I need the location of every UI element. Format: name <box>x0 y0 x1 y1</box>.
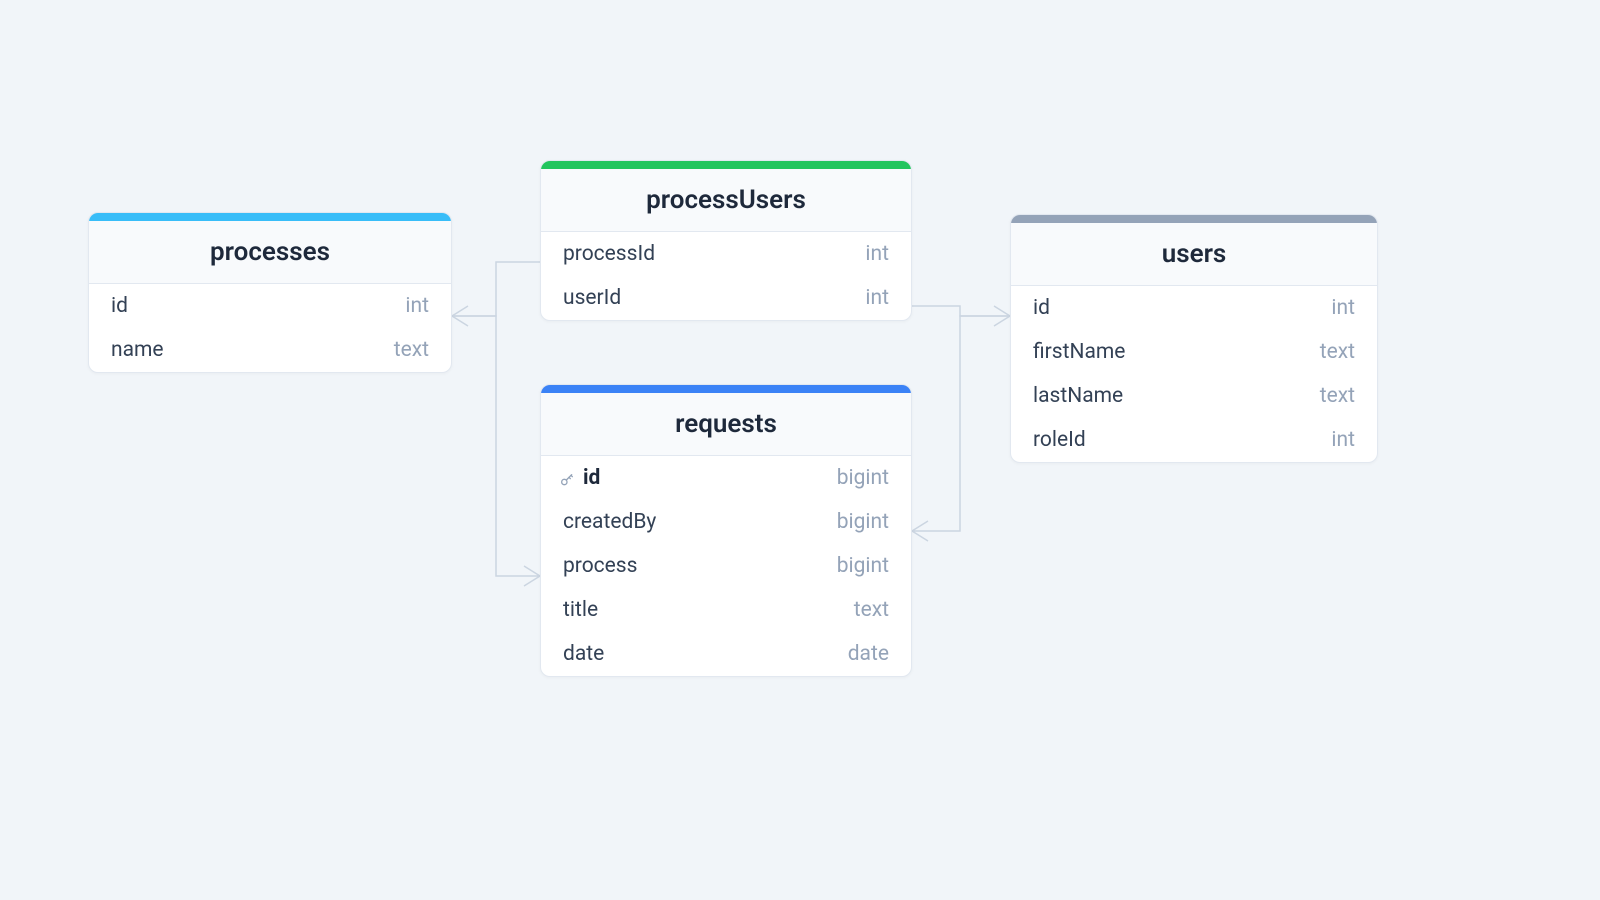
table-row[interactable]: id bigint <box>541 456 911 500</box>
table-columns: id int name text <box>89 284 451 372</box>
column-type: int <box>865 242 889 266</box>
table-row[interactable]: process bigint <box>541 544 911 588</box>
column-type: text <box>394 338 429 362</box>
column-name: userId <box>563 286 621 310</box>
column-name: title <box>563 598 598 622</box>
table-title: users <box>1011 223 1377 286</box>
table-row[interactable]: roleId int <box>1011 418 1377 462</box>
column-name: id <box>1033 296 1050 320</box>
column-name: process <box>563 554 637 578</box>
er-diagram-canvas: processes id int name text processUsers … <box>0 0 1600 900</box>
table-row[interactable]: createdBy bigint <box>541 500 911 544</box>
table-title: requests <box>541 393 911 456</box>
column-name-text: id <box>583 466 600 490</box>
table-row[interactable]: processId int <box>541 232 911 276</box>
table-row[interactable]: id int <box>89 284 451 328</box>
table-processes[interactable]: processes id int name text <box>88 212 452 373</box>
column-name: lastName <box>1033 384 1123 408</box>
column-type: bigint <box>837 510 889 534</box>
table-row[interactable]: firstName text <box>1011 330 1377 374</box>
column-name: id <box>563 466 600 490</box>
column-name: processId <box>563 242 655 266</box>
column-type: int <box>405 294 429 318</box>
table-row[interactable]: id int <box>1011 286 1377 330</box>
column-name: name <box>111 338 164 362</box>
column-type: int <box>865 286 889 310</box>
column-type: int <box>1331 296 1355 320</box>
column-type: bigint <box>837 466 889 490</box>
table-row[interactable]: userId int <box>541 276 911 320</box>
table-processusers[interactable]: processUsers processId int userId int <box>540 160 912 321</box>
table-stripe <box>89 213 451 221</box>
column-name: createdBy <box>563 510 656 534</box>
column-type: text <box>854 598 889 622</box>
column-type: int <box>1331 428 1355 452</box>
table-title: processes <box>89 221 451 284</box>
table-stripe <box>541 161 911 169</box>
column-type: text <box>1320 340 1355 364</box>
table-row[interactable]: title text <box>541 588 911 632</box>
table-row[interactable]: name text <box>89 328 451 372</box>
table-row[interactable]: lastName text <box>1011 374 1377 418</box>
table-requests[interactable]: requests id bigint createdBy bigint proc… <box>540 384 912 677</box>
table-columns: id bigint createdBy bigint process bigin… <box>541 456 911 676</box>
table-stripe <box>1011 215 1377 223</box>
key-icon <box>559 470 575 486</box>
table-stripe <box>541 385 911 393</box>
table-row[interactable]: date date <box>541 632 911 676</box>
table-columns: id int firstName text lastName text role… <box>1011 286 1377 462</box>
column-type: text <box>1320 384 1355 408</box>
column-name: date <box>563 642 604 666</box>
table-columns: processId int userId int <box>541 232 911 320</box>
table-title: processUsers <box>541 169 911 232</box>
column-type: bigint <box>837 554 889 578</box>
column-name: firstName <box>1033 340 1125 364</box>
table-users[interactable]: users id int firstName text lastName tex… <box>1010 214 1378 463</box>
column-type: date <box>848 642 889 666</box>
column-name: roleId <box>1033 428 1086 452</box>
column-name: id <box>111 294 128 318</box>
